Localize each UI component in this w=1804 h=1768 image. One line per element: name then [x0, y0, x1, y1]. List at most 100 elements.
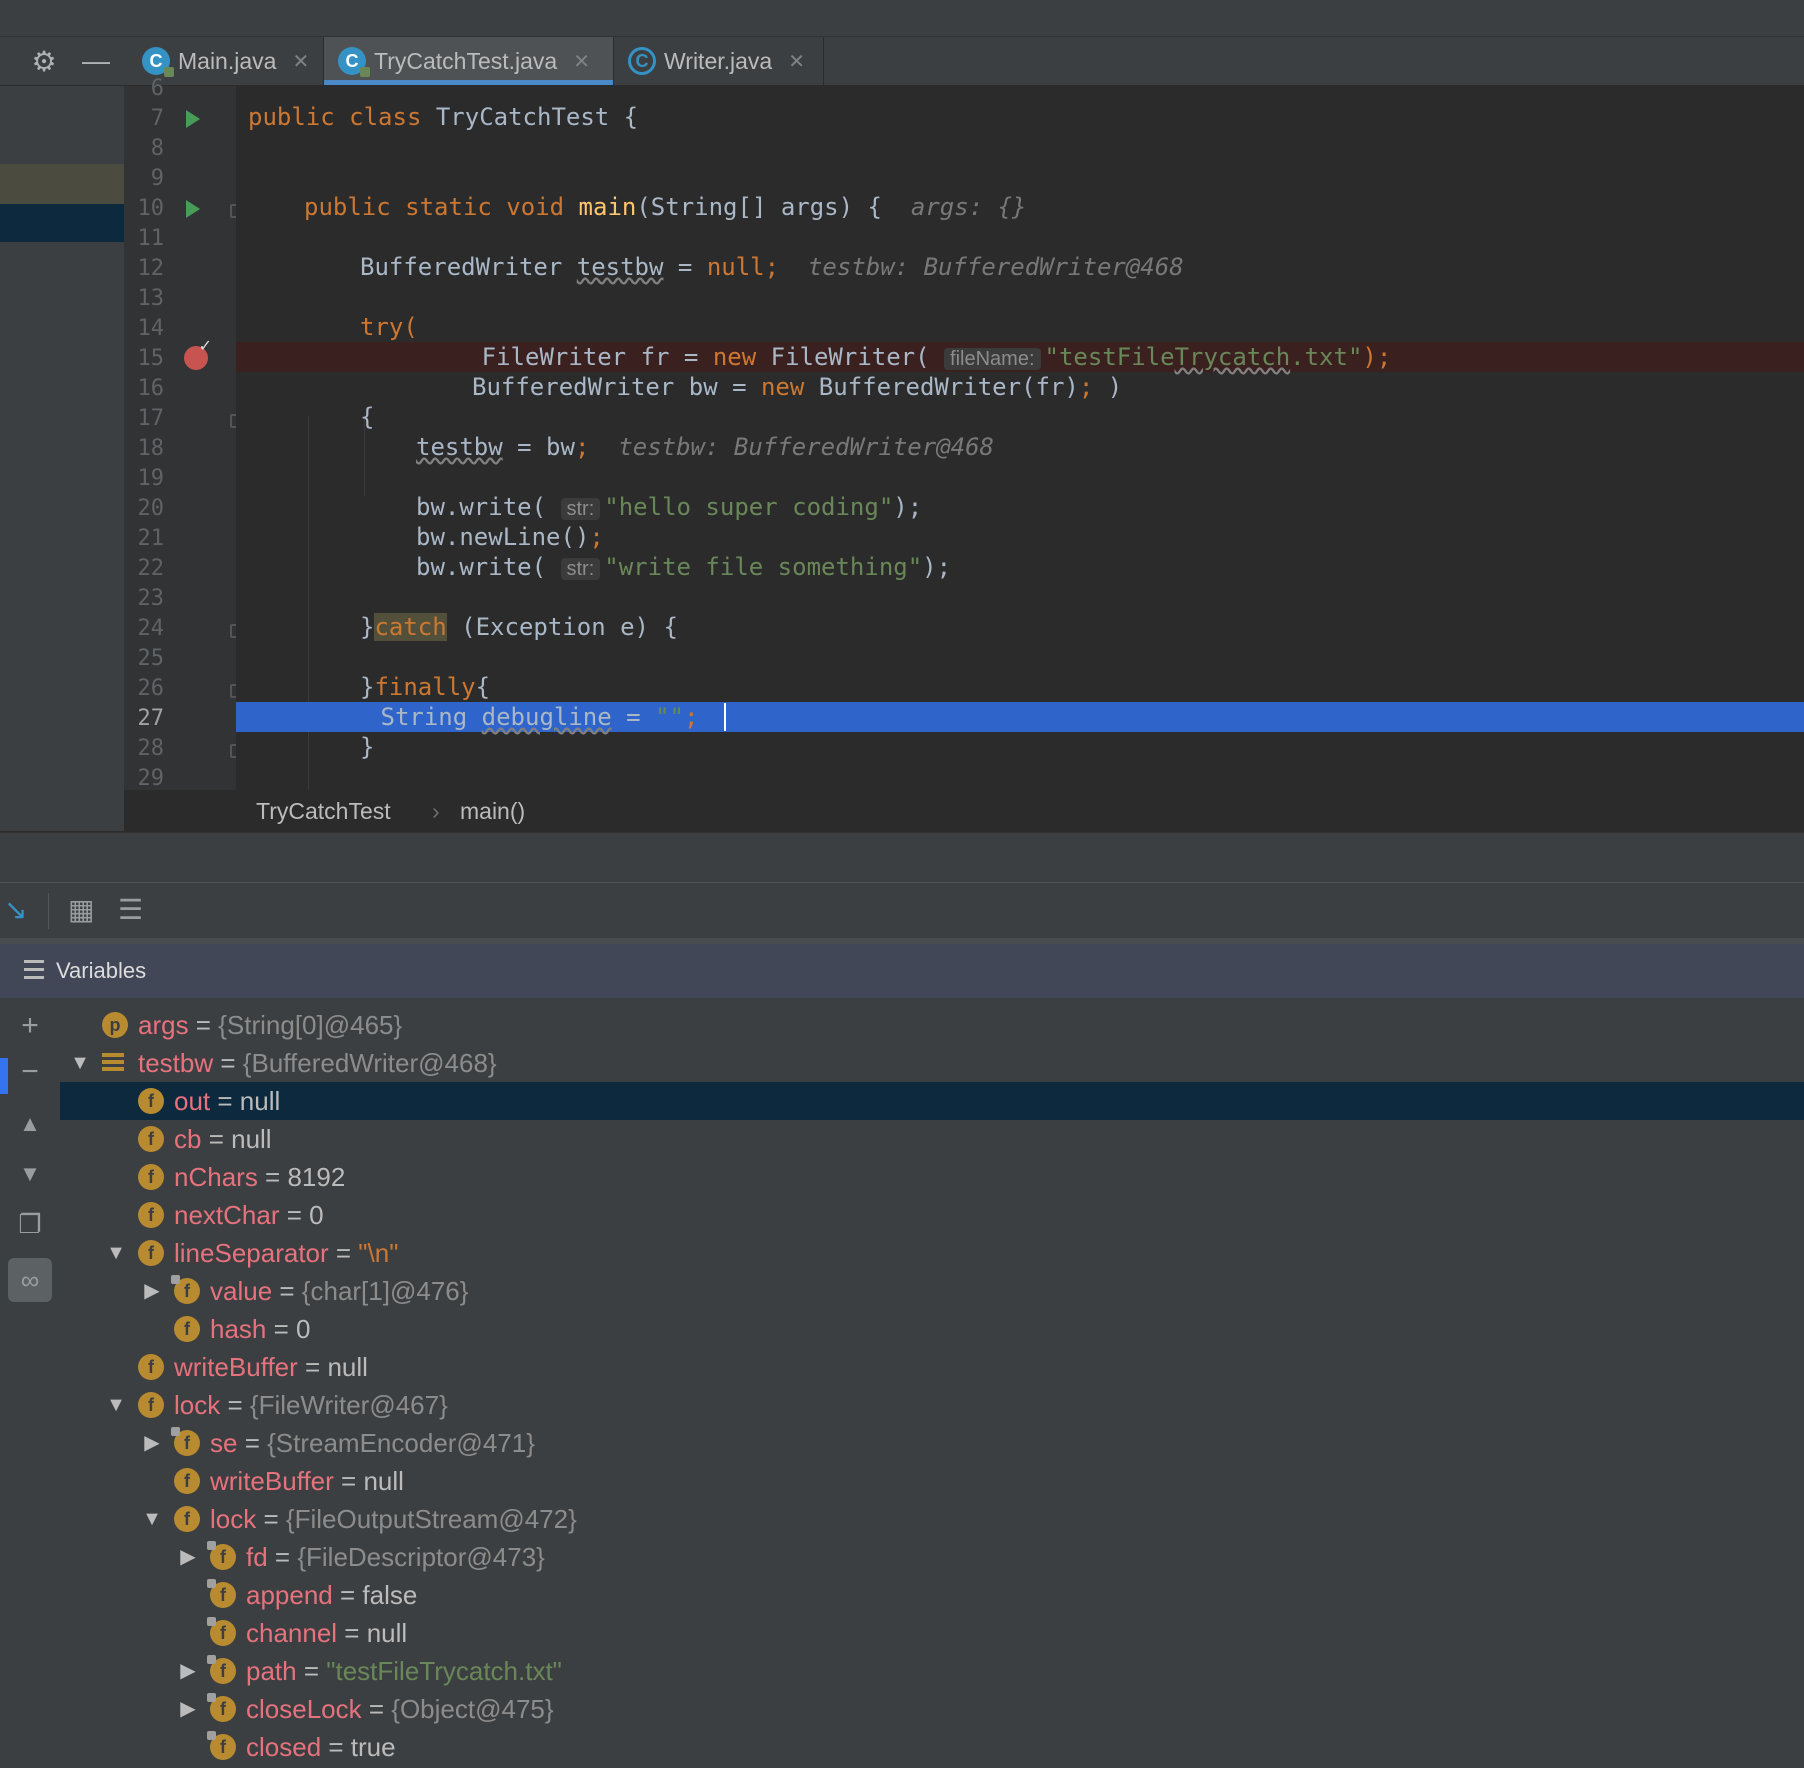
object-icon: [102, 1053, 124, 1073]
minimize-icon[interactable]: —: [72, 37, 120, 85]
code-line-7: public class TryCatchTest {: [248, 103, 639, 131]
close-icon[interactable]: ✕: [788, 49, 805, 74]
variable-text: path = "testFileTrycatch.txt": [246, 1656, 562, 1686]
parameter-icon: p: [102, 1012, 128, 1038]
variable-name: hash: [210, 1314, 267, 1344]
breadcrumb-class[interactable]: TryCatchTest: [256, 798, 391, 825]
code-line-14: try(: [360, 313, 418, 341]
variable-row[interactable]: ▼ f lock = {FileOutputStream@472}: [60, 1500, 1804, 1538]
variable-text: channel = null: [246, 1618, 408, 1648]
variable-text: lock = {FileOutputStream@472}: [210, 1504, 577, 1534]
variable-value: 0: [309, 1200, 324, 1230]
run-gutter-icon[interactable]: [186, 110, 200, 128]
gear-icon[interactable]: ⚙: [20, 37, 68, 85]
expand-arrow-icon[interactable]: ▶: [178, 1690, 198, 1728]
tab-writer-java[interactable]: C Writer.java ✕: [614, 37, 824, 85]
variable-text: se = {StreamEncoder@471}: [210, 1428, 535, 1458]
inline-debug-hint: args: {}: [910, 193, 1027, 221]
variable-row[interactable]: f writeBuffer = null: [60, 1462, 1804, 1500]
indent-guide: [308, 416, 309, 790]
field-icon: f: [207, 1617, 236, 1646]
variable-row[interactable]: f append = false: [60, 1576, 1804, 1614]
variable-row[interactable]: f channel = null: [60, 1614, 1804, 1652]
close-icon[interactable]: ✕: [573, 49, 590, 74]
expand-arrow-icon[interactable]: ▶: [142, 1424, 162, 1462]
line-number: 26: [137, 676, 165, 701]
variable-value: {char[1]@476}: [301, 1276, 469, 1306]
collapse-arrow-icon[interactable]: ▼: [70, 1044, 90, 1082]
variable-row[interactable]: ▼ testbw = {BufferedWriter@468}: [60, 1044, 1804, 1082]
add-watch-icon[interactable]: +: [8, 1004, 52, 1048]
class-icon: C: [338, 47, 370, 77]
expand-arrow-icon[interactable]: ▶: [178, 1538, 198, 1576]
expand-arrow-icon[interactable]: ▶: [142, 1272, 162, 1310]
trace-icon[interactable]: ☰: [118, 893, 143, 926]
variables-side-toolbar: + − ▲ ▼ ❐ ∞: [0, 998, 61, 1768]
variable-name: nChars: [174, 1162, 258, 1192]
collapse-arrow-icon[interactable]: ▼: [106, 1234, 126, 1272]
variable-row[interactable]: ▶ f fd = {FileDescriptor@473}: [60, 1538, 1804, 1576]
glasses-icon[interactable]: ∞: [8, 1258, 52, 1302]
variable-row[interactable]: f cb = null: [60, 1120, 1804, 1158]
variable-row[interactable]: f writeBuffer = null: [60, 1348, 1804, 1386]
variables-tree[interactable]: p args = {String[0]@465} ▼ testbw = {Buffer…: [60, 998, 1804, 1768]
code-line-24: }catch (Exception e) {: [360, 613, 678, 641]
variable-text: out = null: [174, 1086, 281, 1116]
collapse-arrow-icon[interactable]: ▼: [142, 1500, 162, 1538]
inline-debug-hint: testbw: BufferedWriter@468: [618, 433, 994, 461]
tab-label: Main.java: [178, 47, 277, 74]
variable-row[interactable]: f closed = true: [60, 1728, 1804, 1766]
variable-name: cb: [174, 1124, 202, 1154]
variable-value: true: [350, 1732, 396, 1762]
variable-row[interactable]: ▶ f se = {StreamEncoder@471}: [60, 1424, 1804, 1462]
run-gutter-icon[interactable]: [186, 200, 200, 218]
move-up-icon[interactable]: ▲: [8, 1102, 52, 1146]
variable-value: {FileDescriptor@473}: [297, 1542, 545, 1572]
line-number: 16: [137, 376, 165, 401]
variable-row[interactable]: f nChars = 8192: [60, 1158, 1804, 1196]
variable-name: lock: [174, 1390, 221, 1420]
field-icon: f: [207, 1541, 236, 1570]
move-down-icon[interactable]: ▼: [8, 1152, 52, 1196]
variable-name: se: [210, 1428, 238, 1458]
expand-arrow-icon[interactable]: ▶: [178, 1652, 198, 1690]
code-editor[interactable]: public class TryCatchTest { public stati…: [236, 86, 1804, 790]
variable-text: hash = 0: [210, 1314, 311, 1344]
field-icon: f: [207, 1655, 236, 1684]
remove-watch-icon[interactable]: −: [8, 1050, 52, 1094]
breakpoint-icon[interactable]: [184, 336, 212, 370]
table-icon[interactable]: ▦: [68, 893, 94, 926]
sidebar-highlight: [0, 164, 124, 204]
tab-trycatchtest-java[interactable]: C TryCatchTest.java ✕: [324, 37, 614, 85]
variable-value: "testFileTrycatch.txt": [326, 1656, 562, 1686]
line-number: 23: [137, 586, 165, 611]
variable-row[interactable]: ▶ f value = {char[1]@476}: [60, 1272, 1804, 1310]
variable-text: value = {char[1]@476}: [210, 1276, 469, 1306]
variable-row[interactable]: ▼ f lock = {FileWriter@467}: [60, 1386, 1804, 1424]
close-icon[interactable]: ✕: [292, 49, 309, 74]
variable-row[interactable]: ▶ f path = "testFileTrycatch.txt": [60, 1652, 1804, 1690]
editor-tab-bar: ⚙ — C Main.java ✕ C TryCatchTest.java ✕ …: [0, 37, 1804, 86]
variable-row[interactable]: ▶ f closeLock = {Object@475}: [60, 1690, 1804, 1728]
variable-text: nChars = 8192: [174, 1162, 346, 1192]
line-number: 14: [137, 316, 165, 341]
line-number-current: 27: [137, 706, 165, 731]
field-icon: f: [138, 1240, 164, 1266]
window-top-strip: [0, 0, 1804, 37]
collapse-arrow-icon[interactable]: ▼: [106, 1386, 126, 1424]
variable-text: closeLock = {Object@475}: [246, 1694, 554, 1724]
variable-row[interactable]: ▼ f lineSeparator = "\n": [60, 1234, 1804, 1272]
variable-row[interactable]: f nextChar = 0: [60, 1196, 1804, 1234]
code-line-21: bw.newLine();: [416, 523, 604, 551]
variable-row[interactable]: f hash = 0: [60, 1310, 1804, 1348]
field-icon: f: [138, 1126, 164, 1152]
copy-icon[interactable]: ❐: [8, 1202, 52, 1246]
variable-row[interactable]: p args = {String[0]@465}: [60, 1006, 1804, 1044]
breadcrumb-method[interactable]: main(): [460, 798, 525, 825]
step-into-icon[interactable]: ↘: [4, 893, 27, 926]
variable-name: path: [246, 1656, 297, 1686]
tab-label: TryCatchTest.java: [374, 47, 558, 74]
variable-row[interactable]: f out = null: [60, 1082, 1804, 1120]
variable-name: lock: [210, 1504, 257, 1534]
breadcrumb: TryCatchTest › main(): [124, 790, 1804, 832]
